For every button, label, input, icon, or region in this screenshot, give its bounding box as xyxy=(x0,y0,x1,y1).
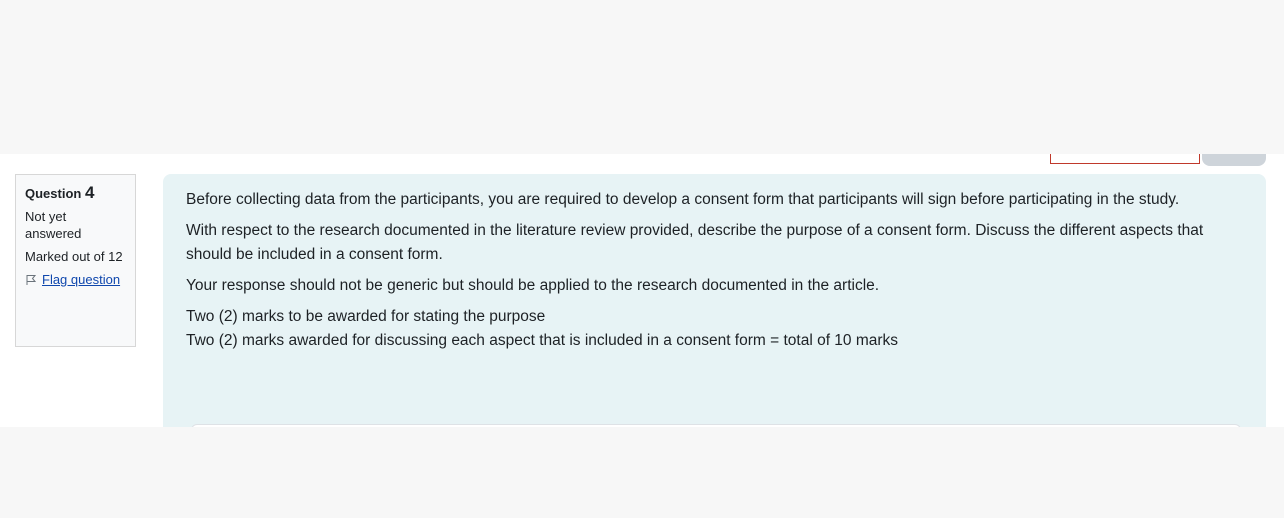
marking-line-aspects: Two (2) marks awarded for discussing eac… xyxy=(186,332,899,349)
question-state: Not yet answered xyxy=(25,209,82,241)
previous-answer-box-edge xyxy=(1050,154,1200,164)
question-region: Question 4 Not yet answered Marked out o… xyxy=(0,154,1284,427)
flag-question-link[interactable]: Flag question xyxy=(42,271,120,288)
question-paragraph-1: Before collecting data from the particip… xyxy=(186,191,1180,208)
question-paragraph-3: Your response should not be generic but … xyxy=(186,277,880,294)
question-number-value: 4 xyxy=(84,183,95,202)
question-grade: Marked out of 12 xyxy=(25,249,123,264)
flag-icon xyxy=(26,274,37,285)
question-text-panel: Before collecting data from the particip… xyxy=(163,174,1266,427)
question-info: Question 4 Not yet answered Marked out o… xyxy=(15,174,136,347)
flag-question-control[interactable]: Flag question xyxy=(25,271,126,288)
bottom-background xyxy=(0,427,1284,518)
question-paragraph-2: With respect to the research documented … xyxy=(186,222,1204,263)
question-number: Question 4 xyxy=(25,184,126,202)
marking-line-purpose: Two (2) marks to be awarded for stating … xyxy=(186,308,546,325)
question-label: Question xyxy=(25,186,82,201)
top-background xyxy=(0,0,1284,154)
previous-button-edge[interactable] xyxy=(1202,154,1266,166)
